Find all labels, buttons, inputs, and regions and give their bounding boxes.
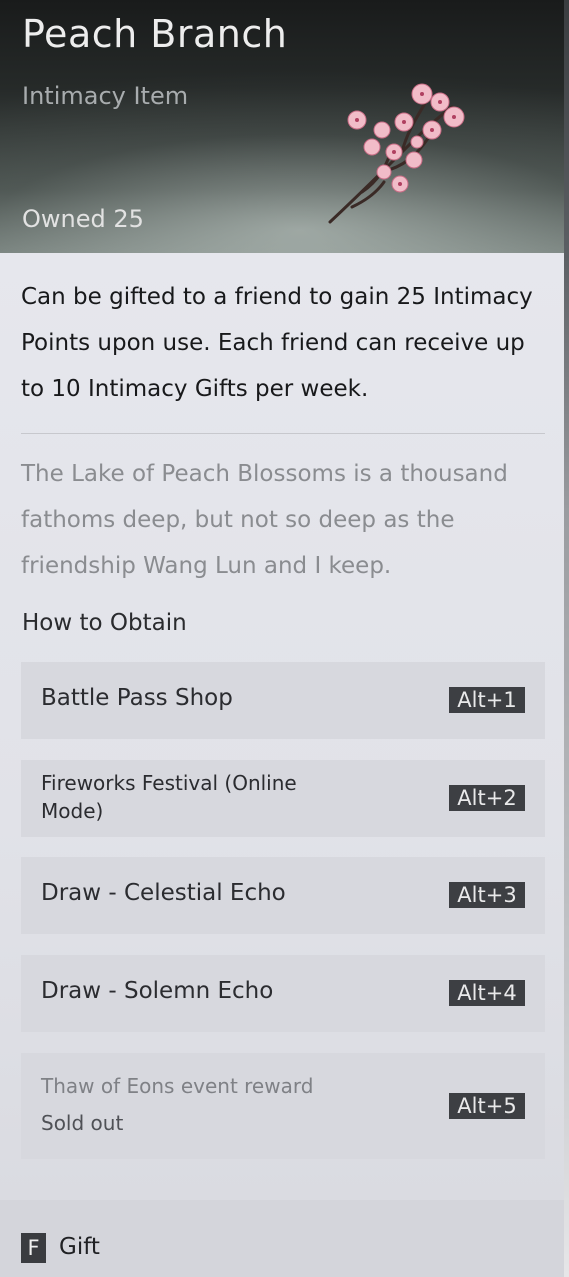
item-name: Peach Branch — [22, 12, 288, 56]
source-label: Thaw of Eons event reward — [41, 1074, 314, 1098]
gift-key-badge: F — [21, 1233, 46, 1263]
source-label: Draw - Celestial Echo — [41, 880, 286, 906]
source-thaw-of-eons[interactable]: Thaw of Eons event reward Sold out Alt+5 — [21, 1053, 545, 1159]
section-divider — [21, 433, 545, 434]
shortcut-badge: Alt+5 — [449, 1093, 525, 1119]
item-header: Peach Branch Intimacy Item Owned 25 — [0, 0, 564, 253]
window-edge — [564, 0, 569, 1277]
how-to-obtain-heading: How to Obtain — [22, 610, 187, 636]
source-label: Battle Pass Shop — [41, 685, 233, 711]
shortcut-badge: Alt+2 — [449, 785, 525, 811]
source-draw-celestial-echo[interactable]: Draw - Celestial Echo Alt+3 — [21, 857, 545, 934]
source-draw-solemn-echo[interactable]: Draw - Solemn Echo Alt+4 — [21, 955, 545, 1032]
source-label: Draw - Solemn Echo — [41, 978, 274, 1004]
shortcut-badge: Alt+1 — [449, 687, 525, 713]
peach-branch-icon — [328, 83, 465, 224]
flavor-text: The Lake of Peach Blossoms is a thousand… — [21, 461, 508, 579]
source-fireworks-festival[interactable]: Fireworks Festival (Online Mode) Alt+2 — [21, 760, 545, 837]
item-category: Intimacy Item — [22, 82, 189, 110]
sold-out-status: Sold out — [41, 1111, 124, 1135]
item-description: Can be gifted to a friend to gain 25 Int… — [21, 284, 533, 402]
source-label: Fireworks Festival (Online Mode) — [41, 771, 297, 823]
item-detail-window: Peach Branch Intimacy Item Owned 25 Can … — [0, 0, 569, 1277]
gift-button[interactable]: Gift — [59, 1234, 100, 1260]
source-battle-pass-shop[interactable]: Battle Pass Shop Alt+1 — [21, 662, 545, 739]
owned-count: Owned 25 — [22, 205, 144, 233]
shortcut-badge: Alt+3 — [449, 882, 525, 908]
shortcut-badge: Alt+4 — [449, 980, 525, 1006]
